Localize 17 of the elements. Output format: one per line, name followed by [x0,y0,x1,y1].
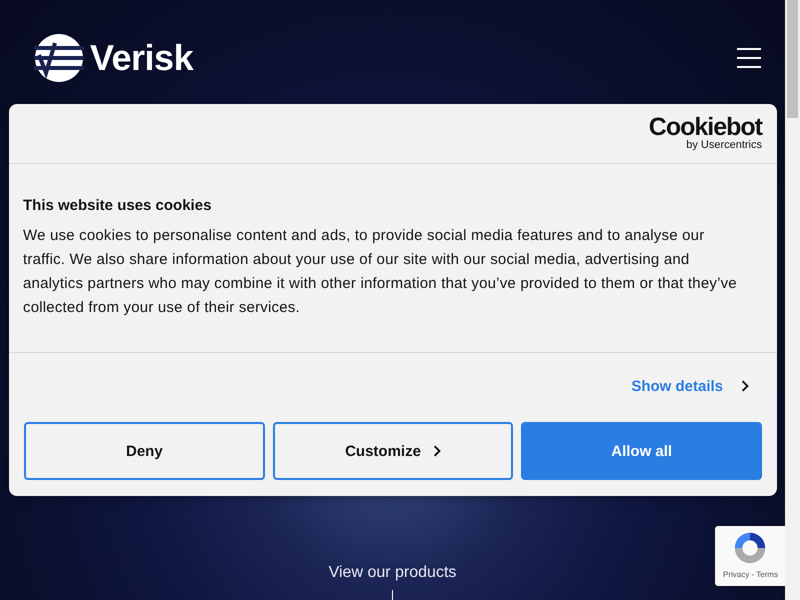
dialog-title: This website uses cookies [23,197,212,214]
scrollbar[interactable] [785,0,800,600]
consent-button[interactable]: Customize [272,422,514,480]
dialog-text: We use cookies to personalise content and ads, to provide social media features and to analyse our traffic. We also share information about your use of our site with our social media, advertising and analytics partners who may combine it with other information that you’ve provided to them or that they’ve collected from your use of their services. [23,226,737,318]
consent-button[interactable]: Deny [24,422,265,480]
scroll-line [392,590,393,600]
scrollbar-thumb[interactable] [787,0,798,118]
show-details-link[interactable]: Show details [631,376,749,396]
privacy-terms-links[interactable]: Privacy - Terms [723,570,778,579]
cookiebot-logo: Cookiebot by Usercentrics [648,115,762,152]
chevron-right-icon [432,445,441,457]
logo-link[interactable]: Verisk [34,33,194,83]
consent-button[interactable]: Allow all [521,422,762,480]
chevron-right-icon [741,380,749,392]
menu-icon[interactable] [737,48,761,68]
logo-icon [34,33,84,83]
view-products-link[interactable]: View our products [328,564,456,582]
